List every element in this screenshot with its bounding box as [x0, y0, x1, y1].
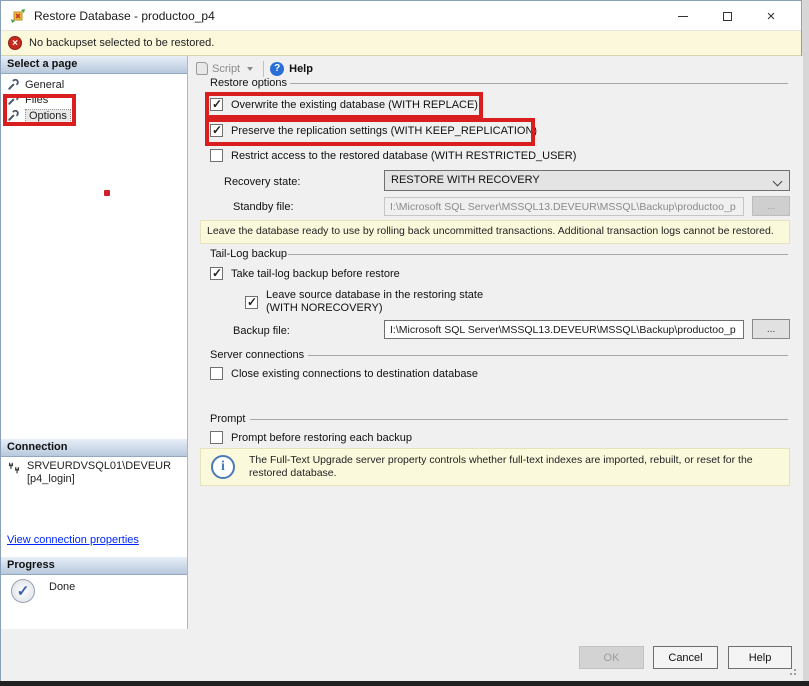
prompt-before-checkbox-row[interactable]: Prompt before restoring each backup [210, 431, 412, 444]
restrict-access-checkbox-row[interactable]: Restrict access to the restored database… [210, 149, 576, 162]
restrict-access-label: Restrict access to the restored database… [231, 150, 576, 162]
sidebar: Select a page General Files [1, 56, 188, 629]
annotation-red-dot [104, 190, 110, 196]
window-title: Restore Database - productoo_p4 [34, 9, 215, 23]
close-icon: × [767, 9, 776, 24]
leave-source-checkbox-row[interactable]: Leave source database in the restoring s… [245, 289, 483, 315]
help-toolbar-button[interactable]: ? Help [270, 62, 313, 76]
server-connections-group-title: Server connections [210, 349, 304, 361]
script-icon [196, 62, 208, 75]
annotation-box-overwrite [205, 92, 483, 119]
resize-grip-icon[interactable] [789, 668, 797, 676]
prompt-group-title: Prompt [210, 413, 245, 425]
background-strip [803, 0, 809, 681]
restore-database-icon [10, 8, 26, 24]
help-icon: ? [270, 62, 284, 76]
maximize-icon [723, 12, 732, 21]
connection-login: [p4_login] [27, 473, 171, 486]
title-bar: Restore Database - productoo_p4 × [1, 1, 801, 31]
script-dropdown-icon[interactable] [247, 67, 253, 71]
sidebar-item-general[interactable]: General [7, 77, 64, 92]
take-tail-log-checkbox-row[interactable]: Take tail-log backup before restore [210, 267, 400, 280]
sidebar-item-label: General [25, 79, 64, 91]
recovery-state-dropdown[interactable]: RESTORE WITH RECOVERY [384, 170, 790, 191]
error-icon: × [8, 36, 22, 50]
leave-source-checkbox[interactable] [245, 296, 258, 309]
close-connections-label: Close existing connections to destinatio… [231, 368, 478, 380]
restore-options-group-title: Restore options [210, 77, 287, 89]
tail-log-group-title: Tail-Log backup [210, 248, 287, 260]
backup-browse-button[interactable]: ... [752, 319, 790, 339]
close-connections-checkbox-row[interactable]: Close existing connections to destinatio… [210, 367, 478, 380]
restrict-access-checkbox[interactable] [210, 149, 223, 162]
cancel-button[interactable]: Cancel [653, 646, 718, 669]
connection-info: SRVEURDVSQL01\DEVEUR [p4_login] [7, 460, 171, 486]
standby-file-input: I:\Microsoft SQL Server\MSSQL13.DEVEUR\M… [384, 197, 744, 216]
annotation-box-options [3, 94, 76, 126]
help-button[interactable]: Help [728, 646, 792, 669]
take-tail-log-checkbox[interactable] [210, 267, 223, 280]
fulltext-note: The Full-Text Upgrade server property co… [249, 454, 781, 480]
select-a-page-header: Select a page [1, 56, 187, 74]
group-divider [290, 83, 788, 84]
done-check-icon: ✓ [11, 579, 35, 603]
view-connection-properties-link[interactable]: View connection properties [7, 534, 139, 546]
progress-header: Progress [1, 557, 187, 575]
screenshot-root: Restore Database - productoo_p4 × × No b… [0, 0, 809, 686]
group-divider [250, 419, 788, 420]
minimize-icon [678, 16, 688, 17]
standby-file-label: Standby file: [233, 201, 294, 213]
annotation-box-preserve [205, 118, 535, 146]
help-label: Help [289, 63, 313, 75]
standby-browse-button: ... [752, 196, 790, 216]
progress-status-row: ✓ Done [11, 579, 75, 603]
footer: OK Cancel Help [1, 629, 803, 682]
script-label: Script [212, 63, 240, 75]
connection-plug-icon [7, 461, 21, 475]
close-connections-checkbox[interactable] [210, 367, 223, 380]
recovery-note: Leave the database ready to use by rolli… [200, 220, 790, 244]
prompt-before-label: Prompt before restoring each backup [231, 432, 412, 444]
alert-bar: × No backupset selected to be restored. [1, 31, 801, 56]
info-icon: i [211, 455, 235, 479]
bottom-dark-strip [0, 681, 809, 686]
backup-file-label: Backup file: [233, 325, 290, 337]
fulltext-info-box: i The Full-Text Upgrade server property … [200, 448, 790, 486]
toolbar-divider [263, 61, 264, 77]
group-divider [288, 254, 788, 255]
script-button[interactable]: Script [188, 60, 257, 77]
wrench-icon [7, 79, 19, 91]
connection-server: SRVEURDVSQL01\DEVEUR [27, 460, 171, 473]
progress-status: Done [49, 581, 75, 593]
connection-header: Connection [1, 439, 187, 457]
close-button[interactable]: × [749, 1, 793, 31]
minimize-button[interactable] [661, 1, 705, 31]
backup-file-input[interactable]: I:\Microsoft SQL Server\MSSQL13.DEVEUR\M… [384, 320, 744, 339]
prompt-before-checkbox[interactable] [210, 431, 223, 444]
window-controls: × [661, 1, 793, 31]
recovery-state-label: Recovery state: [224, 176, 300, 188]
chevron-down-icon [774, 178, 782, 186]
leave-source-label-line2: (WITH NORECOVERY) [266, 302, 383, 314]
group-divider [308, 355, 788, 356]
maximize-button[interactable] [705, 1, 749, 31]
alert-message: No backupset selected to be restored. [29, 37, 214, 49]
leave-source-label-line1: Leave source database in the restoring s… [266, 289, 483, 301]
take-tail-log-label: Take tail-log backup before restore [231, 268, 400, 280]
ok-button: OK [579, 646, 644, 669]
recovery-state-value: RESTORE WITH RECOVERY [391, 174, 540, 186]
